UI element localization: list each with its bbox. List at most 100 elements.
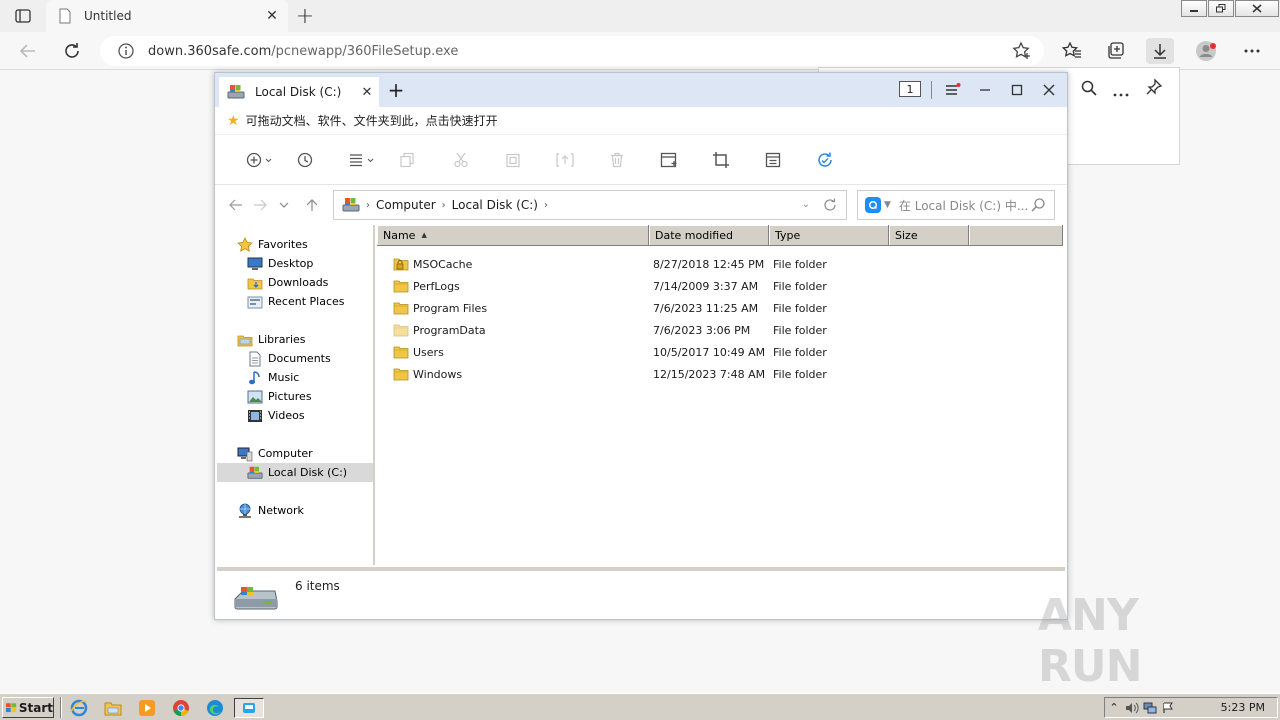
nav-music[interactable]: Music [217, 368, 373, 387]
file-row[interactable]: Users 10/5/2017 10:49 AM File folder [377, 341, 1063, 363]
maximize-button[interactable] [1005, 79, 1029, 101]
nav-local-disk[interactable]: Local Disk (C:) [217, 463, 373, 482]
forward-arrow-icon[interactable] [251, 195, 269, 215]
profile-avatar-icon[interactable] [1192, 38, 1220, 64]
info-icon[interactable] [118, 43, 134, 59]
close-tab-icon[interactable]: ✕ [357, 85, 377, 100]
new-tab-button[interactable]: + [292, 4, 318, 29]
close-window-button[interactable] [1235, 0, 1279, 17]
nav-downloads[interactable]: Downloads [217, 273, 373, 292]
menu-icon[interactable] [941, 79, 965, 101]
flag-icon[interactable] [1159, 700, 1177, 716]
address-bar[interactable]: down.360safe.com/pcnewapp/360FileSetup.e… [100, 36, 1044, 66]
search-icon[interactable] [1030, 197, 1046, 213]
column-name[interactable]: Name ▲ [377, 225, 649, 246]
chevron-down-icon[interactable]: ⌄ [802, 199, 810, 210]
explorer-tab-title: Local Disk (C:) [255, 85, 342, 99]
delete-icon[interactable] [605, 149, 629, 171]
refresh-icon[interactable] [822, 197, 838, 213]
file-row[interactable]: Windows 12/15/2023 7:48 AM File folder [377, 363, 1063, 385]
videos-icon [247, 408, 263, 424]
search-input[interactable]: ▼ 在 Local Disk (C:) 中... [857, 190, 1055, 220]
volume-icon[interactable] [1123, 700, 1141, 716]
documents-icon [247, 351, 263, 367]
explorer-body: Favorites Desktop Downloads Recent Place… [217, 225, 1065, 565]
url-text: down.360safe.com/pcnewapp/360FileSetup.e… [148, 44, 1010, 59]
properties-icon[interactable] [761, 149, 785, 171]
breadcrumb-local-disk[interactable]: Local Disk (C:) [452, 198, 538, 212]
chrome-icon[interactable] [170, 698, 192, 718]
restore-button[interactable] [1208, 0, 1234, 17]
explorer-taskbar-icon[interactable] [102, 698, 124, 718]
clock[interactable]: 5:23 PM [1221, 701, 1265, 714]
file-list: Name ▲ Date modified Type Size MSOCache [377, 225, 1065, 565]
explorer-tab[interactable]: Local Disk (C:) ✕ [219, 77, 379, 107]
new-tab-button[interactable]: + [385, 78, 407, 102]
column-date-modified[interactable]: Date modified [649, 225, 769, 246]
close-tab-icon[interactable]: ✕ [260, 4, 284, 28]
file-row[interactable]: Program Files 7/6/2023 11:25 AM File fol… [377, 297, 1063, 319]
search-downloads-icon[interactable] [1081, 80, 1097, 99]
nav-network[interactable]: Network [217, 501, 373, 520]
browser-tab-title: Untitled [84, 9, 132, 23]
computer-icon [237, 446, 253, 462]
minimize-button[interactable] [1181, 0, 1207, 17]
history-icon[interactable] [293, 149, 317, 171]
nav-favorites[interactable]: Favorites [217, 235, 373, 254]
file-row[interactable]: MSOCache 8/27/2018 12:45 PM File folder [377, 253, 1063, 275]
downloads-icon[interactable] [1146, 38, 1174, 64]
new-folder-icon[interactable] [657, 149, 681, 171]
chevron-up-icon[interactable]: ⌃ [1105, 700, 1123, 716]
tab-count-badge[interactable]: 1 [899, 81, 921, 97]
nav-libraries[interactable]: Libraries [217, 330, 373, 349]
column-size[interactable]: Size [889, 225, 969, 246]
chevron-right-icon[interactable]: › [442, 200, 446, 211]
chevron-right-icon[interactable]: › [544, 200, 548, 211]
close-button[interactable] [1037, 79, 1061, 101]
tab-actions-icon[interactable] [12, 6, 34, 26]
nav-desktop[interactable]: Desktop [217, 254, 373, 273]
file-row[interactable]: ProgramData 7/6/2023 3:06 PM File folder [377, 319, 1063, 341]
breadcrumb-computer[interactable]: Computer [376, 198, 436, 212]
back-arrow-icon[interactable] [227, 195, 245, 215]
rename-icon[interactable] [553, 149, 577, 171]
media-player-icon[interactable] [136, 698, 158, 718]
active-window-taskbar-button[interactable] [234, 698, 264, 718]
breadcrumb[interactable]: › Computer › Local Disk (C:) › ⌄ [333, 190, 847, 220]
new-item-icon[interactable] [245, 149, 275, 171]
cut-icon[interactable] [449, 149, 473, 171]
sync-icon[interactable] [813, 149, 837, 171]
search-engine-icon[interactable] [865, 197, 881, 213]
recent-locations-chevron-icon[interactable] [275, 195, 293, 215]
back-arrow-icon[interactable] [14, 38, 42, 64]
chevron-right-icon[interactable]: › [366, 200, 370, 211]
nav-computer[interactable]: Computer [217, 444, 373, 463]
crop-icon[interactable] [709, 149, 733, 171]
nav-documents[interactable]: Documents [217, 349, 373, 368]
file-row[interactable]: PerfLogs 7/14/2009 3:37 AM File folder [377, 275, 1063, 297]
add-favorite-icon[interactable] [1010, 39, 1034, 63]
start-button[interactable]: Start [2, 697, 54, 718]
downloads-more-icon[interactable] [1113, 86, 1129, 100]
chevron-down-icon[interactable]: ▼ [884, 200, 891, 210]
edge-icon[interactable] [204, 698, 226, 718]
ie-icon[interactable] [68, 698, 90, 718]
collections-icon[interactable] [1102, 38, 1130, 64]
nav-recent-places[interactable]: Recent Places [217, 292, 373, 311]
navigation-pane: Favorites Desktop Downloads Recent Place… [217, 225, 375, 565]
browser-tab[interactable]: Untitled ✕ [46, 0, 288, 32]
pin-icon[interactable] [1145, 78, 1163, 99]
up-arrow-icon[interactable] [303, 195, 321, 215]
minimize-button[interactable] [973, 79, 997, 101]
column-type[interactable]: Type [769, 225, 889, 246]
paste-icon[interactable] [501, 149, 525, 171]
view-options-icon[interactable] [347, 149, 377, 171]
favorites-icon[interactable] [1058, 38, 1086, 64]
nav-videos[interactable]: Videos [217, 406, 373, 425]
more-menu-icon[interactable] [1238, 38, 1266, 64]
network-tray-icon[interactable] [1141, 700, 1159, 716]
item-count: 6 items [295, 579, 340, 593]
refresh-icon[interactable] [58, 38, 86, 64]
copy-icon[interactable] [395, 149, 419, 171]
nav-pictures[interactable]: Pictures [217, 387, 373, 406]
